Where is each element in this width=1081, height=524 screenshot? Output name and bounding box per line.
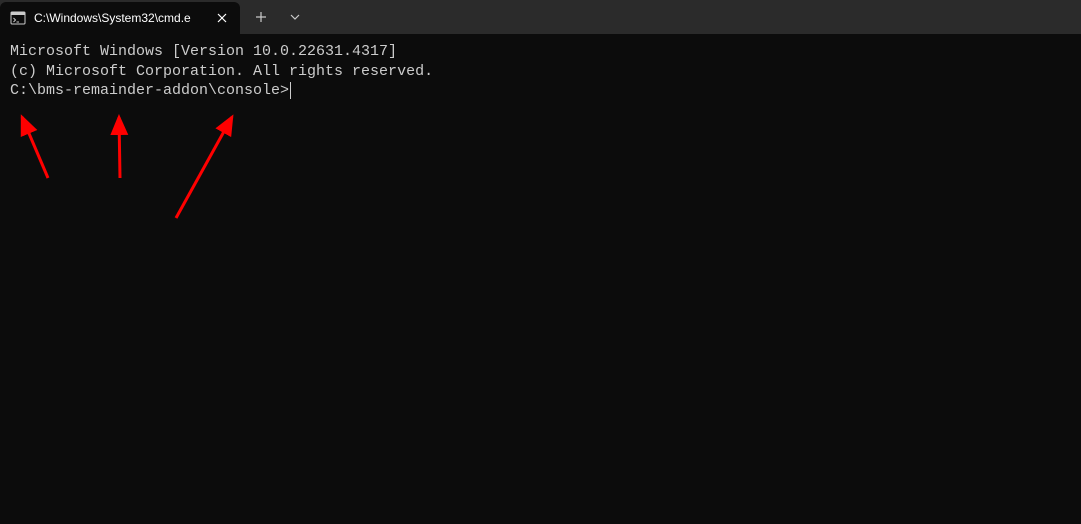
chevron-down-icon: [289, 11, 301, 23]
prompt-line: C:\bms-remainder-addon\console>: [10, 81, 1071, 101]
new-tab-button[interactable]: [244, 1, 278, 33]
terminal-output[interactable]: Microsoft Windows [Version 10.0.22631.43…: [0, 34, 1081, 109]
tab-title: C:\Windows\System32\cmd.e: [34, 11, 204, 25]
close-icon: [217, 13, 227, 23]
annotation-arrow-1: [22, 117, 48, 178]
tab-dropdown-button[interactable]: [278, 1, 312, 33]
copyright-line: (c) Microsoft Corporation. All rights re…: [10, 62, 1071, 82]
titlebar-controls: [244, 0, 312, 34]
annotation-arrow-3: [176, 117, 232, 218]
cmd-prompt-icon: [10, 10, 26, 26]
version-line: Microsoft Windows [Version 10.0.22631.43…: [10, 42, 1071, 62]
prompt-text: C:\bms-remainder-addon\console>: [10, 81, 289, 101]
annotation-arrow-2: [119, 117, 120, 178]
plus-icon: [255, 11, 267, 23]
terminal-tab[interactable]: C:\Windows\System32\cmd.e: [0, 2, 240, 34]
titlebar: C:\Windows\System32\cmd.e: [0, 0, 1081, 34]
tab-close-button[interactable]: [212, 8, 232, 28]
cursor: [290, 82, 291, 99]
